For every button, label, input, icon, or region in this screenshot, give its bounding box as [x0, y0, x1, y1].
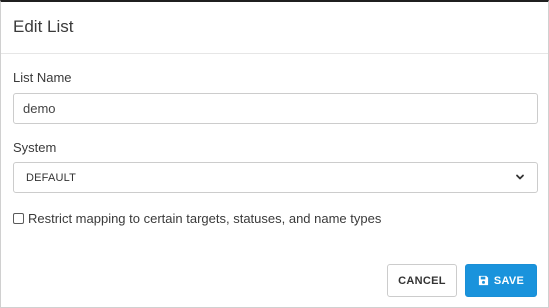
- list-name-input[interactable]: [13, 93, 538, 124]
- dialog-body: List Name System DEFAULT Restrict mappin…: [1, 70, 548, 226]
- floppy-disk-icon: [478, 275, 488, 286]
- chevron-down-icon: [516, 174, 524, 180]
- dialog-footer: CANCEL SAVE: [387, 264, 537, 297]
- list-name-label: List Name: [13, 70, 72, 85]
- restrict-mapping-label: Restrict mapping to certain targets, sta…: [28, 210, 382, 226]
- restrict-mapping-checkbox[interactable]: [13, 212, 24, 224]
- save-button-label: SAVE: [493, 274, 525, 287]
- edit-list-dialog: Edit List List Name System DEFAULT Restr…: [0, 0, 549, 308]
- save-button[interactable]: SAVE: [465, 264, 537, 297]
- cancel-button-label: CANCEL: [398, 274, 446, 287]
- dialog-title: Edit List: [13, 16, 74, 36]
- restrict-mapping-row: Restrict mapping to certain targets, sta…: [13, 210, 536, 226]
- dialog-header: Edit List: [1, 2, 548, 54]
- system-label: System: [13, 140, 57, 155]
- system-select-value: DEFAULT: [26, 171, 77, 184]
- cancel-button[interactable]: CANCEL: [387, 264, 457, 297]
- system-select[interactable]: DEFAULT: [13, 162, 538, 193]
